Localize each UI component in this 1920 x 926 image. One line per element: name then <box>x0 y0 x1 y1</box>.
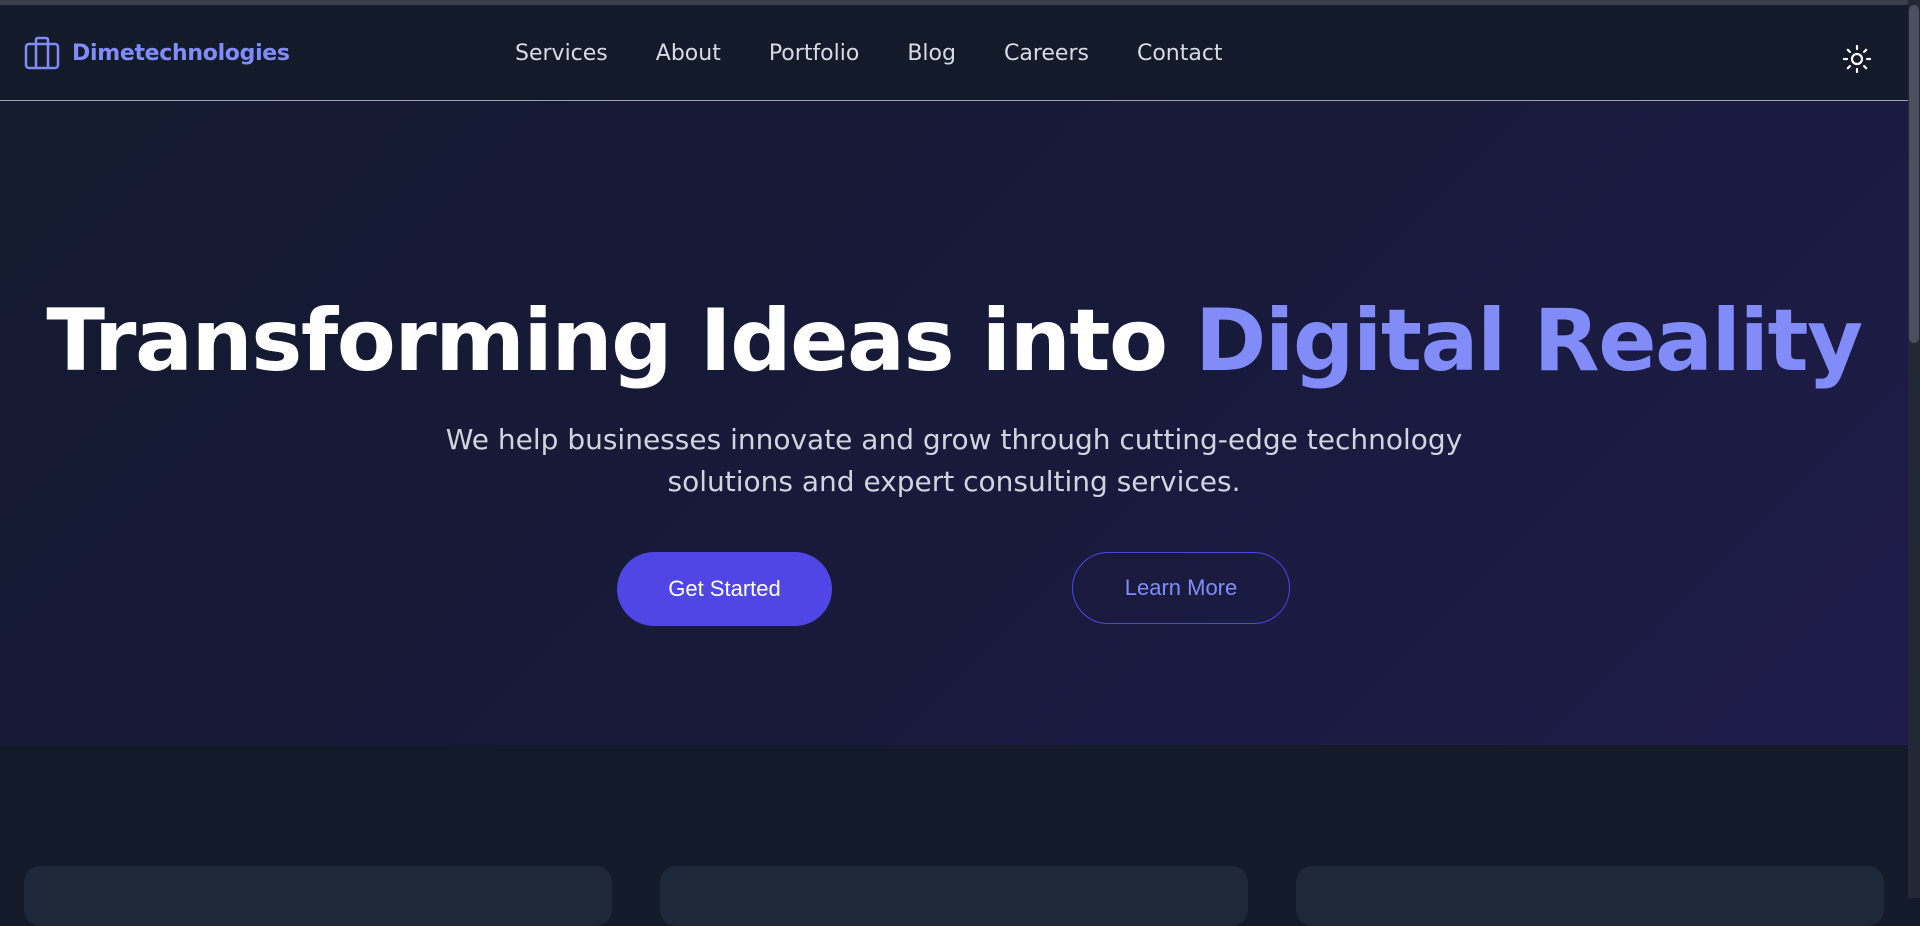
main-nav: Services About Portfolio Blog Careers Co… <box>515 41 1223 66</box>
nav-link-blog[interactable]: Blog <box>907 41 956 66</box>
hero-title-main: Transforming Ideas into <box>46 291 1195 391</box>
nav-link-contact[interactable]: Contact <box>1137 41 1223 66</box>
hero-subtitle-line1: We help businesses innovate and grow thr… <box>445 423 1463 456</box>
hero-section: Transforming Ideas into Digital Reality … <box>0 101 1908 745</box>
nav-link-careers[interactable]: Careers <box>1004 41 1089 66</box>
briefcase-icon <box>24 36 60 70</box>
hero-subtitle: We help businesses innovate and grow thr… <box>404 419 1504 503</box>
nav-link-portfolio[interactable]: Portfolio <box>769 41 860 66</box>
hero-subtitle-line2: solutions and expert consulting services… <box>667 465 1241 498</box>
theme-toggle-button[interactable] <box>1842 44 1872 74</box>
service-card <box>1296 866 1884 926</box>
get-started-button[interactable]: Get Started <box>617 552 832 626</box>
learn-more-button[interactable]: Learn More <box>1072 552 1290 624</box>
service-card <box>24 866 612 926</box>
brand-logo-link[interactable]: Dimetechnologies <box>24 36 290 70</box>
scrollbar-thumb[interactable] <box>1909 5 1919 343</box>
services-cards-section <box>0 745 1908 926</box>
sun-icon <box>1842 44 1872 74</box>
hero-title-accent: Digital Reality <box>1195 291 1863 391</box>
brand-name: Dimetechnologies <box>72 40 290 66</box>
nav-link-about[interactable]: About <box>656 41 721 66</box>
navbar: Dimetechnologies Services About Portfoli… <box>0 5 1908 101</box>
service-card <box>660 866 1248 926</box>
nav-link-services[interactable]: Services <box>515 41 608 66</box>
hero-title: Transforming Ideas into Digital Reality <box>0 291 1908 391</box>
